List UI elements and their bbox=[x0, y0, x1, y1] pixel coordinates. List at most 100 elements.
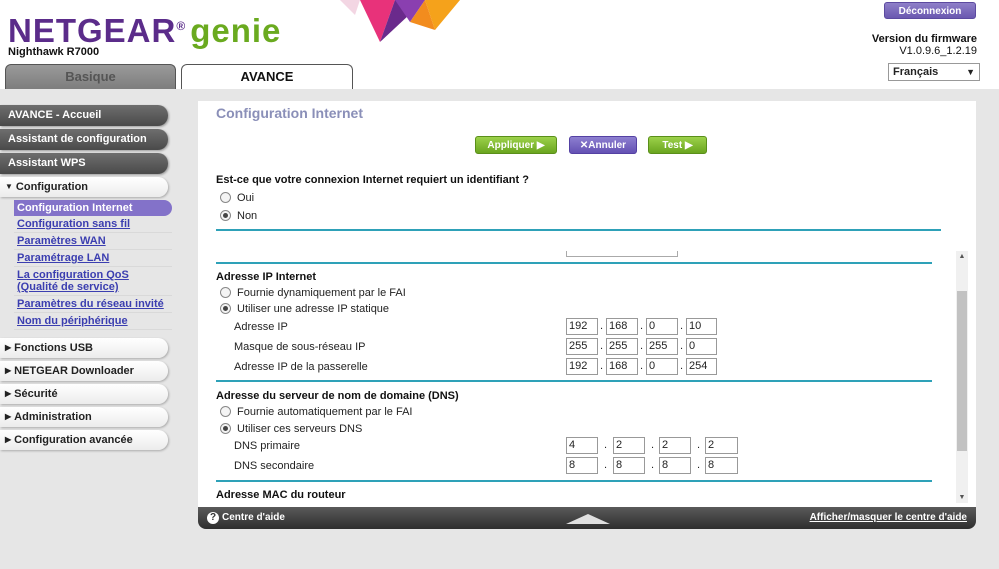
radio-label: Fournie automatiquement par le FAI bbox=[237, 406, 413, 418]
dns2-octet-4[interactable]: 8 bbox=[705, 457, 738, 474]
sidebar-item-qos[interactable]: La configuration QoS (Qualité de service… bbox=[14, 267, 172, 296]
sidebar-item-lan-setup[interactable]: Paramétrage LAN bbox=[14, 250, 172, 267]
router-model: Nighthawk R7000 bbox=[8, 46, 100, 58]
sidebar-item-home[interactable]: AVANCE - Accueil bbox=[0, 105, 168, 126]
dns2-octet-2[interactable]: 8 bbox=[613, 457, 645, 474]
gateway-octet-4[interactable]: 254 bbox=[686, 358, 717, 375]
scrollbar[interactable]: ▲ ▼ bbox=[956, 251, 968, 503]
play-icon: ▶ bbox=[684, 140, 693, 151]
cancel-label: Annuler bbox=[588, 140, 627, 151]
radio-dns-auto[interactable]: Fournie automatiquement par le FAI bbox=[220, 406, 412, 418]
divider bbox=[216, 229, 941, 231]
page-title: Configuration Internet bbox=[216, 105, 363, 121]
cancel-button[interactable]: ✕Annuler bbox=[569, 136, 637, 154]
radio-button[interactable] bbox=[220, 406, 231, 417]
gateway-octet-3[interactable]: 0 bbox=[646, 358, 678, 375]
language-value: Français bbox=[893, 66, 939, 78]
radio-button[interactable] bbox=[220, 423, 231, 434]
sidebar-item-setup-wizard[interactable]: Assistant de configuration bbox=[0, 129, 168, 150]
divider bbox=[216, 380, 932, 382]
login-question: Est-ce que votre connexion Internet requ… bbox=[216, 174, 529, 186]
radio-dns-manual[interactable]: Utiliser ces serveurs DNS bbox=[220, 423, 362, 435]
radio-button[interactable] bbox=[220, 192, 231, 203]
dns2-octet-3[interactable]: 8 bbox=[659, 457, 691, 474]
mask-octet-2[interactable]: 255 bbox=[606, 338, 638, 355]
ip-octet-2[interactable]: 168 bbox=[606, 318, 638, 335]
radio-ip-dynamic[interactable]: Fournie dynamiquement par le FAI bbox=[220, 287, 406, 299]
sidebar-item-advanced-config[interactable]: ▶ Configuration avancée bbox=[0, 430, 168, 450]
mask-octet-3[interactable]: 255 bbox=[646, 338, 678, 355]
sidebar-item-wan-settings[interactable]: Paramètres WAN bbox=[14, 233, 172, 250]
ip-dot: . bbox=[640, 340, 644, 352]
help-center-label[interactable]: Centre d'aide bbox=[222, 512, 285, 523]
sidebar-item-guest-network[interactable]: Paramètres du réseau invité bbox=[14, 296, 172, 313]
test-button[interactable]: Test ▶ bbox=[648, 136, 707, 154]
sidebar-item-administration[interactable]: ▶ Administration bbox=[0, 407, 168, 427]
gateway-label: Adresse IP de la passerelle bbox=[234, 361, 368, 373]
dns1-octet-2[interactable]: 2 bbox=[613, 437, 645, 454]
triangle-right-icon: ▶ bbox=[5, 343, 12, 352]
dns1-octet-1[interactable]: 4 bbox=[566, 437, 598, 454]
test-label: Test bbox=[662, 140, 683, 151]
netgear-genie-logo: NETGEAR® genie bbox=[8, 12, 282, 49]
ip-octet-3[interactable]: 0 bbox=[646, 318, 678, 335]
logout-button[interactable]: Déconnexion bbox=[884, 2, 976, 19]
sidebar-item-security[interactable]: ▶ Sécurité bbox=[0, 384, 168, 404]
mac-section-title: Adresse MAC du routeur bbox=[216, 489, 346, 501]
dns1-octet-3[interactable]: 2 bbox=[659, 437, 691, 454]
dns2-octet-1[interactable]: 8 bbox=[566, 457, 598, 474]
sidebar-item-label: Administration bbox=[14, 411, 92, 423]
radio-login-no[interactable]: Non bbox=[220, 210, 257, 222]
scrollbar-thumb[interactable] bbox=[957, 291, 967, 451]
ip-dot: . bbox=[680, 360, 684, 372]
radio-login-yes[interactable]: Oui bbox=[220, 192, 254, 204]
ip-dot: . bbox=[600, 320, 604, 332]
sidebar-item-device-name[interactable]: Nom du périphérique bbox=[14, 313, 172, 330]
ip-dot: . bbox=[697, 439, 701, 451]
ip-octet-4[interactable]: 10 bbox=[686, 318, 717, 335]
mask-octet-4[interactable]: 0 bbox=[686, 338, 717, 355]
sidebar-item-label: Configuration avancée bbox=[14, 434, 133, 446]
ip-dot: . bbox=[600, 360, 604, 372]
mask-octet-1[interactable]: 255 bbox=[566, 338, 598, 355]
scroll-area[interactable]: Adresse IP Internet Fournie dynamiquemen… bbox=[198, 251, 976, 506]
dns1-octet-4[interactable]: 2 bbox=[705, 437, 738, 454]
expand-arrow-icon[interactable] bbox=[566, 514, 610, 524]
divider bbox=[216, 262, 932, 264]
language-select[interactable]: Français ▼ bbox=[888, 63, 980, 81]
tab-advanced[interactable]: AVANCE bbox=[181, 64, 353, 90]
sidebar-item-configuration[interactable]: ▼ Configuration bbox=[0, 177, 168, 197]
sidebar-item-usb[interactable]: ▶ Fonctions USB bbox=[0, 338, 168, 358]
help-icon[interactable]: ? bbox=[207, 512, 219, 524]
toggle-help-link[interactable]: Afficher/masquer le centre d'aide bbox=[810, 512, 967, 523]
sidebar: AVANCE - Accueil Assistant de configurat… bbox=[0, 105, 175, 453]
sidebar-item-wireless-config[interactable]: Configuration sans fil bbox=[14, 216, 172, 233]
scroll-up-icon[interactable]: ▲ bbox=[956, 253, 968, 260]
ip-dot: . bbox=[604, 459, 608, 471]
chevron-down-icon: ▼ bbox=[966, 67, 975, 77]
sidebar-item-label: Fonctions USB bbox=[14, 342, 93, 354]
dns-section-title: Adresse du serveur de nom de domaine (DN… bbox=[216, 390, 459, 402]
scroll-down-icon[interactable]: ▼ bbox=[956, 494, 968, 501]
gateway-octet-1[interactable]: 192 bbox=[566, 358, 598, 375]
apply-button[interactable]: Appliquer ▶ bbox=[475, 136, 557, 154]
radio-button[interactable] bbox=[220, 287, 231, 298]
ip-dot: . bbox=[600, 340, 604, 352]
radio-button[interactable] bbox=[220, 303, 231, 314]
ip-dot: . bbox=[640, 360, 644, 372]
gateway-octet-2[interactable]: 168 bbox=[606, 358, 638, 375]
radio-label: Oui bbox=[237, 192, 255, 204]
divider bbox=[216, 480, 932, 482]
radio-ip-static[interactable]: Utiliser une adresse IP statique bbox=[220, 303, 389, 315]
tab-basic[interactable]: Basique bbox=[5, 64, 176, 90]
radio-label: Utiliser une adresse IP statique bbox=[237, 303, 390, 315]
radio-button[interactable] bbox=[220, 210, 231, 221]
ip-octet-1[interactable]: 192 bbox=[566, 318, 598, 335]
firmware-version: V1.0.9.6_1.2.19 bbox=[899, 45, 977, 57]
sidebar-item-downloader[interactable]: ▶NETGEAR Downloader (BETA) bbox=[0, 361, 168, 397]
partial-field bbox=[566, 251, 678, 257]
sidebar-item-wps-wizard[interactable]: Assistant WPS bbox=[0, 153, 168, 174]
firmware-label: Version du firmware bbox=[871, 33, 977, 45]
radio-label: Utiliser ces serveurs DNS bbox=[237, 423, 363, 435]
sidebar-item-internet-config[interactable]: Configuration Internet bbox=[14, 200, 172, 216]
